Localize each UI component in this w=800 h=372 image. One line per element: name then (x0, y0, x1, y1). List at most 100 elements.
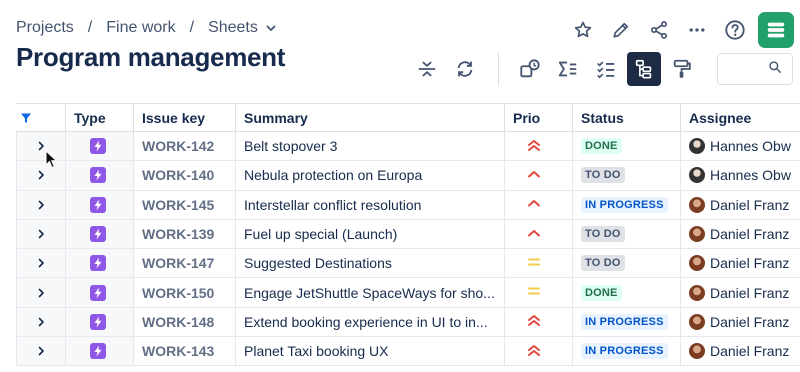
breadcrumb-sheets[interactable]: Sheets (208, 19, 258, 37)
summary-cell[interactable]: Suggested Destinations (236, 249, 505, 278)
table-row[interactable]: WORK-145 Interstellar conflict resolution… (16, 190, 800, 220)
mouse-cursor-icon (45, 150, 58, 169)
chevron-down-icon[interactable] (265, 22, 277, 34)
issue-key[interactable]: WORK-148 (142, 314, 214, 330)
status-cell[interactable]: TO DO (573, 249, 681, 278)
expand-row-chevron-icon[interactable] (16, 249, 66, 278)
priority-cell[interactable] (505, 337, 573, 366)
search-input[interactable] (717, 53, 793, 85)
breadcrumb-projects[interactable]: Projects (16, 19, 74, 37)
app-logo-icon[interactable] (758, 12, 794, 48)
assignee-name: Daniel Franz (710, 343, 790, 360)
priority-cell[interactable] (505, 249, 573, 278)
expand-row-chevron-icon[interactable] (16, 307, 66, 337)
assignee-cell[interactable]: Daniel Franz (681, 191, 800, 219)
expand-row-chevron-icon[interactable] (16, 219, 66, 249)
issue-key[interactable]: WORK-143 (142, 343, 214, 359)
issue-key-cell[interactable]: WORK-139 (134, 219, 236, 249)
assignee-cell[interactable]: Hannes Obw (681, 132, 800, 160)
priority-cell[interactable] (505, 161, 573, 190)
collapse-rows-icon[interactable] (410, 52, 444, 86)
issue-key[interactable]: WORK-142 (142, 138, 214, 154)
priority-cell[interactable] (505, 132, 573, 161)
epic-lightning-icon (89, 138, 106, 155)
issue-key-cell[interactable]: WORK-150 (134, 278, 236, 307)
column-header-assignee[interactable]: Assignee (681, 104, 800, 131)
summary-cell[interactable]: Extend booking experience in UI to in... (236, 307, 505, 337)
summary-cell[interactable]: Belt stopover 3 (236, 132, 505, 161)
status-cell[interactable]: IN PROGRESS (573, 337, 681, 366)
issue-key-cell[interactable]: WORK-140 (134, 161, 236, 190)
issue-key-cell[interactable]: WORK-147 (134, 249, 236, 278)
share-icon[interactable] (640, 14, 678, 46)
expand-row-chevron-icon[interactable] (16, 337, 66, 366)
column-header-type[interactable]: Type (66, 104, 134, 131)
summary-cell[interactable]: Fuel up special (Launch) (236, 219, 505, 249)
column-header-prio[interactable]: Prio (505, 104, 573, 131)
avatar (689, 343, 705, 360)
table-row[interactable]: WORK-143 Planet Taxi booking UX IN PROGRES… (16, 337, 800, 367)
sum-icon[interactable] (551, 52, 585, 86)
summary-cell[interactable]: Interstellar conflict resolution (236, 190, 505, 219)
issue-key-cell[interactable]: WORK-148 (134, 307, 236, 337)
issue-summary: Belt stopover 3 (244, 138, 338, 155)
column-header-summary[interactable]: Summary (236, 104, 505, 131)
assignee-name: Daniel Franz (710, 313, 790, 330)
expand-row-chevron-icon[interactable] (16, 278, 66, 307)
priority-cell[interactable] (505, 190, 573, 219)
issue-key[interactable]: WORK-139 (142, 226, 214, 242)
epic-lightning-icon (89, 343, 106, 360)
refresh-icon[interactable] (448, 52, 482, 86)
issue-key-cell[interactable]: WORK-145 (134, 190, 236, 219)
status-cell[interactable]: TO DO (573, 219, 681, 249)
assignee-cell[interactable]: Daniel Franz (681, 308, 800, 336)
avatar (689, 167, 705, 184)
status-cell[interactable]: IN PROGRESS (573, 307, 681, 337)
issue-key[interactable]: WORK-147 (142, 255, 214, 271)
status-cell[interactable]: DONE (573, 132, 681, 161)
checklist-icon[interactable] (589, 52, 623, 86)
hierarchy-icon[interactable] (627, 52, 661, 86)
issue-key[interactable]: WORK-150 (142, 285, 214, 301)
priority-cell[interactable] (505, 278, 573, 307)
filter-icon[interactable] (16, 104, 66, 131)
toolbar-divider (498, 52, 499, 86)
priority-medium-icon (526, 284, 542, 301)
pencil-icon[interactable] (602, 14, 640, 46)
table-row[interactable]: WORK-150 Engage JetShuttle SpaceWays for … (16, 278, 800, 308)
status-cell[interactable]: IN PROGRESS (573, 190, 681, 219)
breadcrumb-fine-work[interactable]: Fine work (106, 19, 175, 37)
more-icon[interactable] (678, 14, 716, 46)
assignee-cell[interactable]: Daniel Franz (681, 220, 800, 248)
assignee-cell[interactable]: Daniel Franz (681, 278, 800, 306)
issue-key[interactable]: WORK-145 (142, 197, 214, 213)
assignee-cell[interactable]: Daniel Franz (681, 249, 800, 277)
issue-key-cell[interactable]: WORK-143 (134, 337, 236, 366)
priority-cell[interactable] (505, 307, 573, 337)
paint-roller-icon[interactable] (665, 52, 699, 86)
column-header-status[interactable]: Status (573, 104, 681, 131)
star-icon[interactable] (564, 14, 602, 46)
issue-key[interactable]: WORK-140 (142, 167, 214, 183)
column-header-issue-key[interactable]: Issue key (134, 104, 236, 131)
table-row[interactable]: WORK-147 Suggested Destinations TO DO Danie… (16, 249, 800, 279)
avatar (689, 196, 705, 213)
summary-cell[interactable]: Planet Taxi booking UX (236, 337, 505, 366)
issue-key-cell[interactable]: WORK-142 (134, 132, 236, 161)
expand-row-chevron-icon[interactable] (16, 190, 66, 219)
summary-cell[interactable]: Nebula protection on Europa (236, 161, 505, 190)
status-cell[interactable]: DONE (573, 278, 681, 307)
assignee-cell[interactable]: Daniel Franz (681, 337, 800, 365)
status-cell[interactable]: TO DO (573, 161, 681, 190)
priority-cell[interactable] (505, 219, 573, 249)
avatar (689, 138, 705, 155)
grouping-icon[interactable] (513, 52, 547, 86)
table-row[interactable]: WORK-148 Extend booking experience in UI … (16, 307, 800, 338)
table-row[interactable]: WORK-139 Fuel up special (Launch) TO DO Dan… (16, 219, 800, 250)
avatar (689, 313, 705, 330)
summary-cell[interactable]: Engage JetShuttle SpaceWays for sho... (236, 278, 505, 307)
help-icon[interactable] (716, 14, 754, 46)
table-row[interactable]: WORK-142 Belt stopover 3 DONE Hannes Obw (16, 132, 800, 162)
assignee-cell[interactable]: Hannes Obw (681, 161, 800, 189)
table-row[interactable]: WORK-140 Nebula protection on Europa TO DO… (16, 161, 800, 191)
